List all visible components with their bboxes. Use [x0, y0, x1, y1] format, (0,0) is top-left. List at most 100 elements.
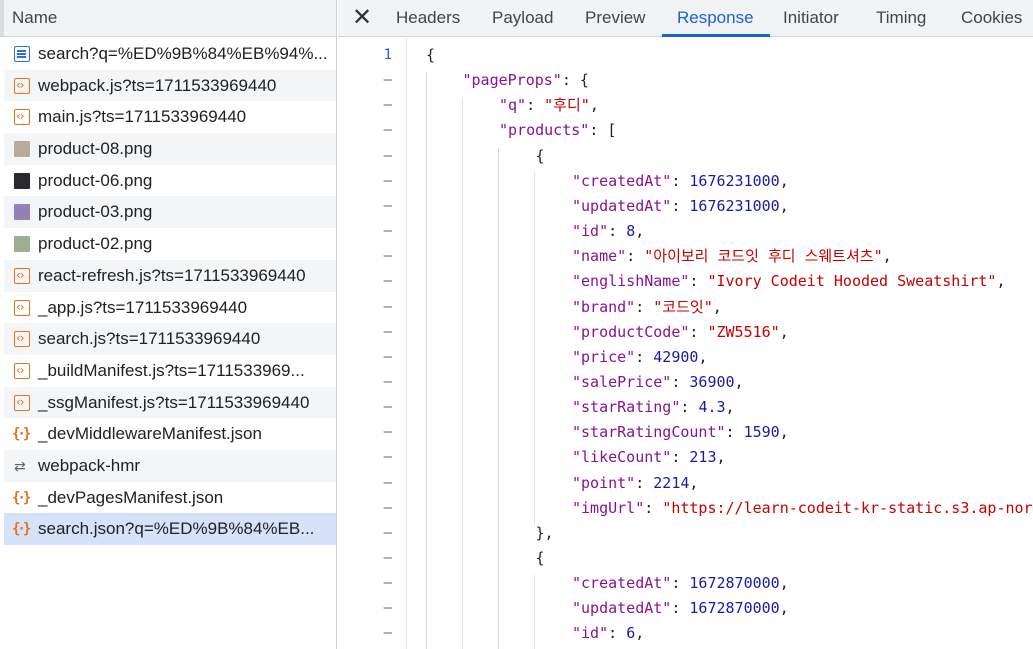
code-line: – "id": 8,	[338, 219, 1033, 244]
code-text: "name": "아이보리 코드잇 후디 스웨트셔츠",	[572, 244, 892, 269]
json-token: :	[608, 624, 627, 643]
json-token: "https://learn-codeit-kr-static.s3.ap-no…	[662, 498, 1033, 517]
json-token: "productCode"	[572, 322, 690, 341]
request-name: _devPagesManifest.json	[38, 487, 224, 507]
json-token: :	[671, 574, 690, 593]
code-line: –},	[338, 521, 1033, 546]
json-token: ,	[996, 272, 1006, 291]
tab-response[interactable]: Response	[677, 8, 754, 28]
script-icon	[14, 101, 30, 133]
json-token: :	[671, 372, 690, 391]
json-token: {	[426, 46, 436, 64]
tab-cookies[interactable]: Cookies	[961, 8, 1022, 28]
json-token: :	[526, 96, 545, 115]
json-token: 6	[626, 624, 636, 643]
json-token: "후디"	[544, 96, 590, 115]
code-line: – "point": 2214,	[338, 471, 1033, 496]
image-thumbnail-icon	[14, 236, 30, 253]
line-number: –	[383, 550, 392, 566]
code-line: – "brand": "코드잇",	[338, 295, 1033, 320]
json-token: :	[725, 423, 744, 442]
request-row[interactable]: _app.js?ts=1711533969440	[4, 291, 336, 324]
json-token: ,	[716, 448, 726, 467]
request-row[interactable]: _devPagesManifest.json	[4, 481, 336, 514]
tab-timing[interactable]: Timing	[876, 8, 926, 28]
request-name: search.js?ts=1711533969440	[38, 329, 261, 349]
json-token: "likeCount"	[572, 448, 672, 467]
json-token: "englishName"	[572, 272, 690, 291]
code-text: "brand": "코드잇",	[572, 295, 722, 320]
code-line: – "englishName": "Ivory Codeit Hooded Swe…	[338, 269, 1033, 294]
name-column-header[interactable]: Name	[0, 0, 336, 37]
request-row[interactable]: search.js?ts=1711533969440	[4, 323, 336, 355]
code-line: – "productCode": "ZW5516",	[338, 320, 1033, 345]
request-name: product-03.png	[38, 202, 153, 222]
json-token: "brand"	[572, 297, 636, 316]
tab-headers[interactable]: Headers	[396, 8, 460, 28]
json-token: ,	[882, 247, 892, 266]
json-token: :	[608, 222, 627, 241]
json-token: 1590	[743, 423, 780, 442]
code-text: },	[536, 521, 554, 546]
code-text: "englishName": "Ivory Codeit Hooded Swea…	[572, 269, 1005, 294]
json-token: "아이보리 코드잇 후디 스웨트셔츠"	[644, 247, 883, 266]
code-text: "q": "후디",	[499, 93, 599, 118]
code-line: 1{	[338, 43, 1033, 68]
json-icon	[12, 521, 34, 537]
request-row[interactable]: search?q=%ED%9B%84%EB%94%...	[4, 38, 336, 70]
request-name: _buildManifest.js?ts=1711533969...	[38, 360, 305, 380]
tab-initiator[interactable]: Initiator	[783, 8, 839, 28]
line-number: –	[383, 399, 392, 416]
line-number: –	[383, 172, 392, 189]
json-token: 1672870000	[689, 599, 780, 618]
json-token: {	[535, 146, 545, 165]
json-token: : [	[589, 121, 617, 140]
request-row[interactable]: main.js?ts=1711533969440	[4, 101, 336, 134]
request-name: main.js?ts=1711533969440	[38, 107, 247, 127]
line-number: –	[383, 273, 392, 290]
line-number: –	[383, 625, 392, 642]
code-text: "id": 8,	[572, 219, 644, 244]
close-icon[interactable]: ✕	[352, 3, 372, 31]
tab-payload[interactable]: Payload	[492, 8, 553, 28]
line-number: –	[383, 298, 392, 315]
request-row[interactable]: _ssgManifest.js?ts=1711533969440	[4, 386, 336, 419]
request-row[interactable]: product-02.png	[4, 228, 336, 260]
json-token: ,	[698, 347, 708, 366]
tab-preview[interactable]: Preview	[585, 8, 645, 28]
json-token: "pageProps"	[462, 71, 562, 90]
json-token: "updatedAt"	[572, 599, 672, 618]
request-row[interactable]: webpack-hmr	[4, 449, 336, 482]
line-number: –	[383, 449, 392, 466]
line-number: –	[383, 122, 392, 139]
code-line: – "imgUrl": "https://learn-codeit-kr-stat…	[338, 496, 1033, 521]
request-row[interactable]: product-08.png	[4, 133, 336, 165]
json-token: "starRating"	[572, 398, 681, 417]
json-token: 1676231000	[689, 196, 780, 215]
response-viewer[interactable]: 1{– "pageProps": {– "q": "후디", – "products":…	[338, 38, 1033, 649]
json-token: ,	[589, 96, 599, 115]
request-row[interactable]: product-06.png	[4, 164, 336, 197]
code-text: "createdAt": 1676231000,	[572, 169, 789, 194]
code-text: "point": 2214,	[572, 471, 698, 496]
request-name: search.json?q=%ED%9B%84%EB...	[38, 519, 315, 539]
request-name: product-02.png	[38, 234, 153, 254]
request-list: search?q=%ED%9B%84%EB%94%... webpack.js?t…	[4, 38, 336, 545]
line-number: –	[383, 424, 392, 441]
request-row[interactable]: react-refresh.js?ts=1711533969440	[4, 259, 336, 292]
script-icon	[14, 70, 30, 101]
request-row[interactable]: product-03.png	[4, 196, 336, 229]
line-number: –	[383, 248, 392, 265]
code-line: – "updatedAt": 1672870000,	[338, 596, 1033, 621]
line-number: –	[383, 147, 392, 164]
json-token: :	[644, 498, 663, 517]
indent-guide	[534, 575, 535, 649]
request-name: webpack-hmr	[38, 455, 141, 475]
request-row[interactable]: search.json?q=%ED%9B%84%EB...	[4, 513, 336, 545]
request-row[interactable]: webpack.js?ts=1711533969440	[4, 69, 336, 102]
request-row[interactable]: _devMiddlewareManifest.json	[4, 418, 336, 450]
request-row[interactable]: _buildManifest.js?ts=1711533969...	[4, 354, 336, 387]
line-number: –	[383, 348, 392, 365]
line-number: –	[383, 72, 392, 89]
json-token: :	[680, 398, 699, 417]
